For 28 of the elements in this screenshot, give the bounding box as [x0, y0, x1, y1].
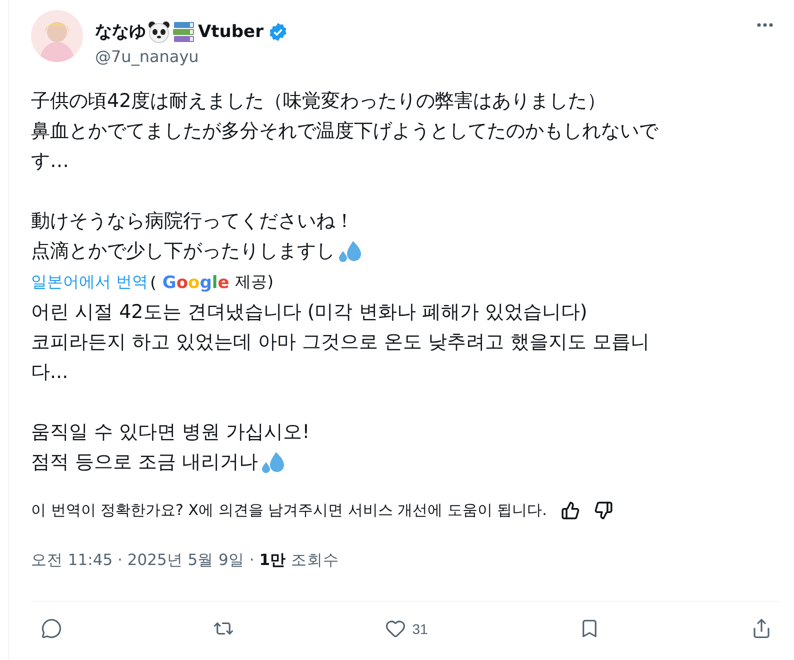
- translated-text-line: 코피라든지 하고 있었는데 아마 그것으로 온도 낮추려고 했을지도 모릅니: [31, 330, 650, 355]
- author-name-suffix[interactable]: Vtuber: [198, 22, 264, 42]
- post-metadata: 오전 11:45 · 2025년 5월 9일 · 1만 조회수: [31, 550, 340, 571]
- translated-text-line: 어린 시절 42도는 견뎌냈습니다 (미각 변화나 폐해가 있었습니다): [31, 300, 588, 325]
- sweat-droplets-icon: [337, 239, 363, 263]
- sweat-droplets-icon: [260, 450, 286, 474]
- paren-text: (: [150, 273, 156, 292]
- like-button[interactable]: 31: [385, 618, 428, 639]
- books-icon: [172, 20, 196, 42]
- post-text-line: 鼻血とかでてましたが多分それで温度下げようとしてたのかもしれないで: [31, 119, 658, 144]
- share-button[interactable]: [750, 618, 772, 639]
- translated-text-line: 다...: [31, 360, 68, 385]
- post-text-line: 動けそうなら病院行ってくださいね！: [31, 209, 354, 234]
- provider-text: 제공): [235, 272, 274, 293]
- post-text-line: 子供の頃42度は耐えました（味覚変わったりの弊害はありました）: [31, 89, 606, 114]
- translated-text-line: 점적 등으로 조금 내리거나: [31, 450, 258, 475]
- heart-icon: [385, 618, 406, 639]
- feedback-question: 이 번역이 정확한가요? X에 의견을 남겨주시면 서비스 개선에 도움이 됩니다.: [31, 501, 547, 520]
- thumbs-up-icon[interactable]: [560, 501, 580, 520]
- thumbs-down-icon[interactable]: [594, 501, 613, 520]
- google-logo: Google: [162, 272, 230, 292]
- translated-text-line: 움직일 수 있다면 병원 가십시오!: [31, 420, 310, 445]
- post-text-line: す…: [31, 149, 69, 174]
- post-text-line: 点滴とかで少し下がったりしますし: [31, 239, 335, 264]
- panda-icon: [148, 20, 170, 42]
- reply-button[interactable]: [41, 618, 62, 639]
- author-name[interactable]: ななゆ: [95, 20, 146, 43]
- author-handle[interactable]: @7u_nanayu: [95, 47, 738, 66]
